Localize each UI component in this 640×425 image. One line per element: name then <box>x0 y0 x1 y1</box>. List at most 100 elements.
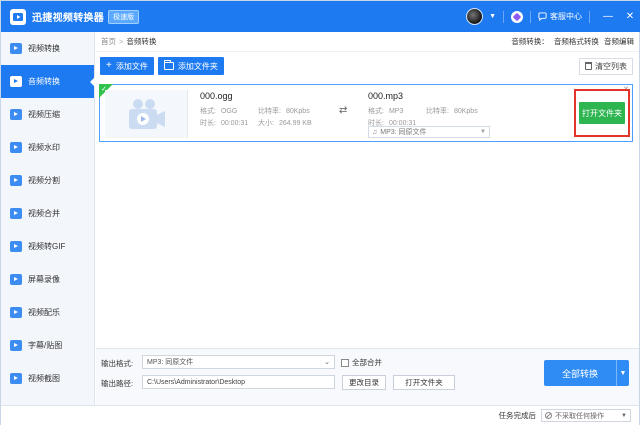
no-action-icon <box>545 412 552 419</box>
main-panel: 首页 > 音频转换 音频转换： 音频格式转换 音频编辑 + 添加文件 添加文件夹… <box>96 32 639 405</box>
chevron-down-icon: ▼ <box>480 129 486 135</box>
clear-list-button[interactable]: 清空列表 <box>579 57 633 75</box>
app-title: 迅捷视频转换器 <box>32 13 105 24</box>
gif-icon <box>10 241 22 252</box>
status-bar: 任务完成后 不采取任何操作 ▼ <box>1 405 639 425</box>
sidebar-item-video-compress[interactable]: 视频压缩 <box>1 98 94 131</box>
add-folder-button[interactable]: 添加文件夹 <box>157 57 224 75</box>
target-bitrate: 比特率: 80Kpbs <box>426 108 478 115</box>
file-item-card[interactable]: ✓ 000.ogg 格式: OGG 比特率: 80Kpbs 时长: 00:00:31 … <box>99 84 633 142</box>
add-file-label: 添加文件 <box>115 61 148 71</box>
sidebar-item-video-merge[interactable]: 视频合并 <box>1 197 94 230</box>
after-done-select[interactable]: 不采取任何操作 ▼ <box>541 409 631 422</box>
sidebar-item-label: 视频转GIF <box>28 242 66 251</box>
source-size: 大小: 264.99 KB <box>258 120 312 127</box>
subtitle-icon <box>10 340 22 351</box>
audio-convert-icon <box>10 76 22 87</box>
sidebar-item-label: 视频配乐 <box>28 308 60 317</box>
sidebar-item-label: 字幕/贴图 <box>28 341 63 350</box>
sidebar-item-label: 视频分割 <box>28 176 60 185</box>
output-format-select[interactable]: MP3: 同原文件 ⌄ <box>142 355 335 369</box>
chevron-down-icon[interactable]: ▼ <box>616 360 629 386</box>
source-format: 格式: OGG <box>200 108 238 115</box>
output-format-value: MP3: 同原文件 <box>147 359 194 366</box>
sidebar-item-label: 视频转换 <box>28 44 60 53</box>
link-audio-format-convert[interactable]: 音频格式转换 <box>554 37 599 46</box>
merge-icon <box>10 208 22 219</box>
open-folder-button[interactable]: 打开文件夹 <box>579 102 625 124</box>
music-icon <box>10 307 22 318</box>
sidebar-item-screen-record[interactable]: 屏幕录像 <box>1 263 94 296</box>
after-done-label: 任务完成后 <box>498 411 537 420</box>
trash-icon <box>585 62 592 70</box>
sidebar-item-video-music[interactable]: 视频配乐 <box>1 296 94 329</box>
sidebar-item-label: 屏幕录像 <box>28 275 60 284</box>
sidebar-item-label: 音频转换 <box>28 77 60 86</box>
folder-icon <box>163 60 174 70</box>
video-compress-icon <box>10 109 22 120</box>
open-output-folder-button[interactable]: 打开文件夹 <box>393 375 455 390</box>
avatar[interactable] <box>466 8 484 25</box>
audio-tools-label: 音频转换： <box>511 37 549 46</box>
merge-all-checkbox[interactable]: 全部合并 <box>341 357 382 368</box>
close-button[interactable]: ✕ <box>619 11 640 22</box>
sidebar-item-subtitle-sticker[interactable]: 字幕/贴图 <box>1 329 94 362</box>
link-audio-edit[interactable]: 音频编辑 <box>604 37 634 46</box>
service-center-button[interactable]: 客服中心 <box>538 11 582 22</box>
chevron-down-icon: ⌄ <box>324 359 330 366</box>
change-directory-button[interactable]: 更改目录 <box>342 375 386 390</box>
after-done-value: 不采取任何操作 <box>555 412 604 420</box>
divider <box>530 10 531 23</box>
breadcrumb-current: 音频转换 <box>126 37 157 46</box>
highlight-box: 打开文件夹 <box>574 89 630 137</box>
sidebar-item-video-convert[interactable]: 视频转换 <box>1 32 94 65</box>
target-format-value: MP3: 同原文件 <box>380 129 427 136</box>
convert-arrow-icon: ⇄ <box>339 105 348 116</box>
target-format: 格式: MP3 <box>368 108 404 115</box>
output-settings-panel: 输出格式: MP3: 同原文件 ⌄ 全部合并 输出路径: C:\Users\Ad… <box>96 348 639 405</box>
output-path-field[interactable]: C:\Users\Administrator\Desktop <box>142 375 335 389</box>
vip-icon[interactable] <box>511 10 523 23</box>
video-convert-icon <box>10 43 22 54</box>
output-format-label: 输出格式: <box>101 359 134 368</box>
divider <box>589 10 590 23</box>
split-icon <box>10 175 22 186</box>
screenshot-icon <box>10 373 22 384</box>
target-file-name: 000.mp3 <box>368 91 404 101</box>
breadcrumb: 首页 > 音频转换 音频转换： 音频格式转换 音频编辑 <box>96 32 639 52</box>
sidebar-item-video-watermark[interactable]: 视频水印 <box>1 131 94 164</box>
clear-list-label: 清空列表 <box>595 61 627 71</box>
sidebar: 视频转换 音频转换 视频压缩 视频水印 视频分割 视频合并 视频转GIF 屏幕录… <box>1 32 95 405</box>
checkbox[interactable] <box>341 358 349 367</box>
sidebar-item-label: 视频压缩 <box>28 110 60 119</box>
convert-all-button[interactable]: 全部转换 ▼ <box>544 360 629 386</box>
chevron-down-icon: ▼ <box>621 412 627 419</box>
source-bitrate: 比特率: 80Kpbs <box>258 108 310 115</box>
chat-icon <box>538 12 547 21</box>
sidebar-item-video-split[interactable]: 视频分割 <box>1 164 94 197</box>
output-path-label: 输出路径: <box>101 379 134 388</box>
sidebar-item-label: 视频水印 <box>28 143 60 152</box>
sidebar-item-label: 视频合并 <box>28 209 60 218</box>
convert-all-label: 全部转换 <box>561 368 598 379</box>
sidebar-item-video-screenshot[interactable]: 视频截图 <box>1 362 94 395</box>
video-camera-icon <box>129 99 165 129</box>
source-duration: 时长: 00:00:31 <box>200 120 249 127</box>
sidebar-item-audio-convert[interactable]: 音频转换 <box>1 65 95 98</box>
music-note-icon: ♫ <box>372 128 378 136</box>
source-file-name: 000.ogg <box>200 91 233 101</box>
merge-all-label: 全部合并 <box>352 358 382 367</box>
minimize-button[interactable]: — <box>597 11 619 22</box>
breadcrumb-home[interactable]: 首页 <box>101 36 116 47</box>
screen-record-icon <box>10 274 22 285</box>
title-bar: 迅捷视频转换器 极速版 ▼ 客服中心 — ✕ <box>1 1 640 32</box>
plus-icon: + <box>106 60 112 71</box>
edition-badge: 极速版 <box>108 9 140 24</box>
sidebar-item-video-to-gif[interactable]: 视频转GIF <box>1 230 94 263</box>
audio-tool-links: 音频转换： 音频格式转换 音频编辑 <box>508 36 634 47</box>
divider <box>503 10 504 23</box>
chevron-down-icon[interactable]: ▼ <box>489 13 496 20</box>
target-format-select[interactable]: ♫ MP3: 同原文件 ▼ <box>368 126 490 138</box>
app-logo-icon <box>10 8 26 25</box>
add-file-button[interactable]: + 添加文件 <box>100 57 154 75</box>
